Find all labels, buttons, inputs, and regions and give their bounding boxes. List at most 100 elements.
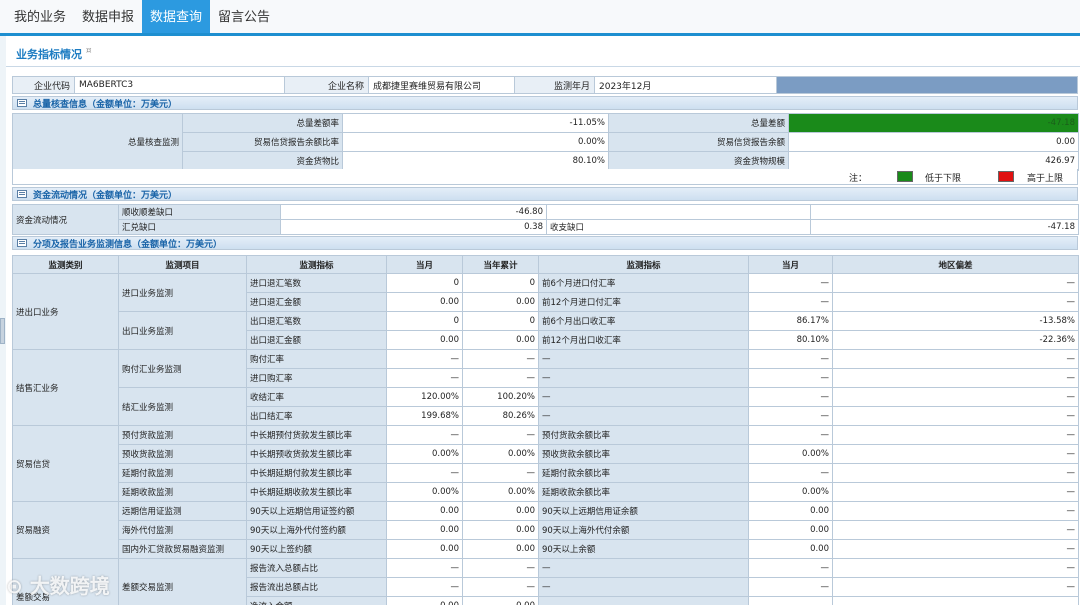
- legend-note: 注：: [849, 174, 868, 184]
- metric-label: 前6个月进口付汇率: [538, 273, 749, 293]
- metric-label: 90天以上海外代付签约额: [246, 520, 387, 540]
- column-header: 当月: [386, 255, 463, 274]
- current-month-value: 0.00: [386, 330, 463, 350]
- item-cell: 结汇业务监测: [118, 387, 247, 426]
- page-title-text: 业务指标情况: [16, 48, 82, 61]
- year-total-value: —: [462, 463, 539, 483]
- year-total-value: 80.26%: [462, 406, 539, 426]
- year-total-value: 0.00%: [462, 444, 539, 464]
- section-title: 分项及报告业务监测信息（金额单位：万美元）: [33, 239, 223, 250]
- item-cell: 延期付款监测: [118, 463, 247, 483]
- current-month-value: 120.00%: [386, 387, 463, 407]
- metric-label: 贸易信贷报告余额: [608, 132, 789, 152]
- region-deviation-value: —: [832, 368, 1079, 388]
- metric-value: 0.00%: [342, 132, 609, 152]
- table-row: 汇兑缺口 0.38 收支缺口 -47.18: [13, 219, 1079, 235]
- current-month-value: 0.00: [386, 596, 463, 605]
- legend: 注： 低于下限 高于上限: [12, 169, 1078, 185]
- current-month-value: —: [748, 387, 833, 407]
- column-header: 监测指标: [538, 255, 749, 274]
- current-month-value: —: [386, 368, 463, 388]
- item-cell: 预收货款监测: [118, 444, 247, 464]
- current-month-value: —: [386, 425, 463, 445]
- current-month-value: —: [386, 349, 463, 369]
- current-month-value: 80.10%: [748, 330, 833, 350]
- table-row: 总量核查监测 总量差额率 -11.05% 总量差额 -47.18: [12, 113, 1079, 171]
- table-header-row: 监测类别 监测项目 监测指标 当月 当年累计 监测指标 当月 地区偏差: [12, 255, 1079, 274]
- table-icon: [17, 190, 27, 198]
- metric-label: 90天以上远期信用证签约额: [246, 501, 387, 521]
- category-cell: 贸易信贷: [12, 425, 119, 502]
- region-deviation-value: —: [832, 520, 1079, 540]
- page-title: 业务指标情况 ¤: [16, 46, 92, 62]
- table-row: 结汇业务监测 收结汇率 120.00% 100.20% — — —: [13, 387, 1079, 426]
- title-mark: ¤: [85, 46, 92, 56]
- legend-high-swatch: [998, 171, 1014, 182]
- current-month-value: 0.00: [748, 539, 833, 559]
- column-header: 当月: [748, 255, 833, 274]
- column-header: 监测类别: [12, 255, 119, 274]
- year-total-value: —: [462, 368, 539, 388]
- metric-label: 进口退汇金额: [246, 292, 387, 312]
- year-total-value: 0.00: [462, 501, 539, 521]
- metric-label: 中长期延期收款发生额比率: [246, 482, 387, 502]
- section-total-verify: 总量核查信息（金额单位：万美元）: [12, 96, 1078, 110]
- current-month-value: —: [748, 368, 833, 388]
- current-month-value: —: [748, 596, 833, 605]
- tab-data-report[interactable]: 数据申报: [76, 0, 140, 33]
- year-total-value: 0.00: [462, 520, 539, 540]
- table-row: 贸易融资 远期信用证监测 90天以上远期信用证签约额 0.00 0.00 90天以上远期信…: [12, 501, 1079, 559]
- item-cell: 购付汇业务监测: [118, 349, 247, 388]
- region-deviation-value: —: [832, 387, 1079, 407]
- metric-label: —: [538, 349, 749, 369]
- year-total-value: 0.00%: [462, 482, 539, 502]
- table-row: 进出口业务 进口业务监测 进口退汇笔数 0 0 前6个月进口付汇率 — —: [12, 273, 1079, 350]
- metric-label: 资金货物比: [182, 151, 343, 171]
- metric-label: —: [538, 368, 749, 388]
- item-cell: 国内外汇贷款贸易融资监测: [118, 539, 247, 559]
- metric-label: 前12个月进口付汇率: [538, 292, 749, 312]
- metric-value-highlight: -47.18: [788, 113, 1079, 133]
- current-month-value: 0.00: [748, 501, 833, 521]
- metric-label: 总量差额率: [182, 113, 343, 133]
- section-title: 总量核查信息（金额单位：万美元）: [33, 99, 178, 110]
- table-row: 结售汇业务 购付汇业务监测 购付汇率 — — — — —: [12, 349, 1079, 426]
- current-month-value: —: [386, 463, 463, 483]
- current-month-value: 0.00: [386, 292, 463, 312]
- column-header: 监测项目: [118, 255, 247, 274]
- year-total-value: —: [462, 558, 539, 578]
- metric-label: [546, 204, 811, 220]
- item-cell: 差额交易监测: [118, 558, 247, 605]
- year-total-value: 0: [462, 273, 539, 293]
- legend-low-swatch: [897, 171, 913, 182]
- current-month-value: —: [748, 577, 833, 597]
- metric-label: 收结汇率: [246, 387, 387, 407]
- item-cell: 出口业务监测: [118, 311, 247, 350]
- metric-label: 90天以上签约额: [246, 539, 387, 559]
- detail-monitor-table: 监测类别 监测项目 监测指标 当月 当年累计 监测指标 当月 地区偏差 进出口业务 进口业务监测进…: [12, 255, 1079, 605]
- company-name-value: 成都捷里赛维贸易有限公司: [369, 77, 515, 93]
- region-deviation-value: —: [832, 577, 1079, 597]
- section-detail-monitor: 分项及报告业务监测信息（金额单位：万美元）: [12, 236, 1078, 250]
- metric-label: 延期付款余额比率: [538, 463, 749, 483]
- year-total-value: 0: [462, 311, 539, 331]
- region-deviation-value: -13.58%: [832, 311, 1079, 331]
- metric-label: 进口购汇率: [246, 368, 387, 388]
- region-deviation-value: —: [832, 444, 1079, 464]
- metric-label: 资金货物规模: [608, 151, 789, 171]
- metric-value: -11.05%: [342, 113, 609, 133]
- region-deviation-value: —: [832, 406, 1079, 426]
- tab-my-business[interactable]: 我的业务: [6, 0, 74, 33]
- tab-announcements[interactable]: 留言公告: [212, 0, 276, 33]
- metric-label: 顺收顺差缺口: [118, 204, 281, 220]
- legend-high-label: 高于上限: [1027, 174, 1064, 184]
- tab-data-query[interactable]: 数据查询: [142, 0, 210, 33]
- year-total-value: 0.00: [462, 539, 539, 559]
- metric-label: 中长期预收货款发生额比率: [246, 444, 387, 464]
- metric-label: —: [538, 406, 749, 426]
- table-row: 出口业务监测 出口退汇笔数 0 0 前6个月出口收汇率 86.17% -13.58%: [13, 311, 1079, 350]
- panel-drag-handle[interactable]: [0, 318, 5, 344]
- table-row: 资金流动情况 顺收顺差缺口 -46.80: [12, 204, 1079, 235]
- region-deviation-value: —: [832, 539, 1079, 559]
- year-total-value: —: [462, 425, 539, 445]
